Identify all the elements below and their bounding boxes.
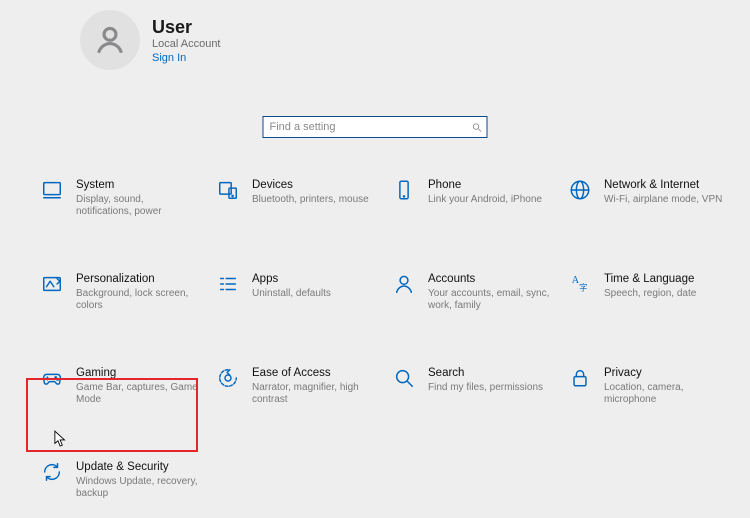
tile-subtitle: Display, sound, notifications, power [76, 194, 200, 218]
tile-apps[interactable]: Apps Uninstall, defaults [214, 268, 382, 330]
tile-network[interactable]: Network & Internet Wi-Fi, airplane mode,… [566, 174, 734, 236]
tile-time-language[interactable]: A 字 Time & Language Speech, region, date [566, 268, 734, 330]
tile-ease-of-access[interactable]: Ease of Access Narrator, magnifier, high… [214, 362, 382, 424]
tile-title: Update & Security [76, 460, 200, 474]
privacy-icon [568, 366, 592, 390]
tile-title: Phone [428, 178, 552, 192]
network-icon [568, 178, 592, 202]
cursor-icon [54, 430, 68, 448]
tile-privacy[interactable]: Privacy Location, camera, microphone [566, 362, 734, 424]
user-name: User [152, 17, 221, 37]
devices-icon [216, 178, 240, 202]
tile-subtitle: Uninstall, defaults [252, 288, 376, 300]
tile-accounts[interactable]: Accounts Your accounts, email, sync, wor… [390, 268, 558, 330]
tile-update-security[interactable]: Update & Security Windows Update, recove… [38, 456, 206, 518]
svg-text:字: 字 [579, 282, 587, 292]
search-tile-icon [392, 366, 416, 390]
tile-devices[interactable]: Devices Bluetooth, printers, mouse [214, 174, 382, 236]
tile-subtitle: Background, lock screen, colors [76, 288, 200, 312]
tile-subtitle: Narrator, magnifier, high contrast [252, 382, 376, 406]
gaming-icon [40, 366, 64, 390]
user-account-type: Local Account [152, 38, 221, 50]
tile-subtitle: Location, camera, microphone [604, 382, 728, 406]
tile-subtitle: Bluetooth, printers, mouse [252, 194, 376, 206]
phone-icon [392, 178, 416, 202]
system-icon [40, 178, 64, 202]
accounts-icon [392, 272, 416, 296]
tile-subtitle: Your accounts, email, sync, work, family [428, 288, 552, 312]
tile-gaming[interactable]: Gaming Game Bar, captures, Game Mode [38, 362, 206, 424]
time-language-icon: A 字 [568, 272, 592, 296]
tile-title: Ease of Access [252, 366, 376, 380]
tile-phone[interactable]: Phone Link your Android, iPhone [390, 174, 558, 236]
tile-title: Time & Language [604, 272, 728, 286]
update-security-icon [40, 460, 64, 484]
tile-subtitle: Windows Update, recovery, backup [76, 476, 200, 500]
tile-title: Gaming [76, 366, 200, 380]
tile-title: Privacy [604, 366, 728, 380]
tile-personalization[interactable]: Personalization Background, lock screen,… [38, 268, 206, 330]
tile-subtitle: Link your Android, iPhone [428, 194, 552, 206]
tile-title: Apps [252, 272, 376, 286]
avatar [80, 10, 140, 70]
tile-system[interactable]: System Display, sound, notifications, po… [38, 174, 206, 236]
tile-title: Accounts [428, 272, 552, 286]
tile-title: Search [428, 366, 552, 380]
tile-title: Personalization [76, 272, 200, 286]
apps-icon [216, 272, 240, 296]
personalization-icon [40, 272, 64, 296]
user-header: User Local Account Sign In [80, 10, 221, 70]
tile-title: Network & Internet [604, 178, 728, 192]
user-icon [93, 23, 127, 57]
ease-of-access-icon [216, 366, 240, 390]
tile-subtitle: Speech, region, date [604, 288, 728, 300]
tile-subtitle: Find my files, permissions [428, 382, 552, 394]
tile-search[interactable]: Search Find my files, permissions [390, 362, 558, 424]
search-icon [467, 122, 487, 133]
tile-title: Devices [252, 178, 376, 192]
search-input[interactable] [264, 121, 467, 133]
tile-subtitle: Wi-Fi, airplane mode, VPN [604, 194, 728, 206]
sign-in-link[interactable]: Sign In [152, 52, 221, 64]
user-text: User Local Account Sign In [152, 17, 221, 64]
tile-subtitle: Game Bar, captures, Game Mode [76, 382, 200, 406]
tile-title: System [76, 178, 200, 192]
settings-grid: System Display, sound, notifications, po… [38, 174, 734, 518]
search-box[interactable] [263, 116, 488, 138]
